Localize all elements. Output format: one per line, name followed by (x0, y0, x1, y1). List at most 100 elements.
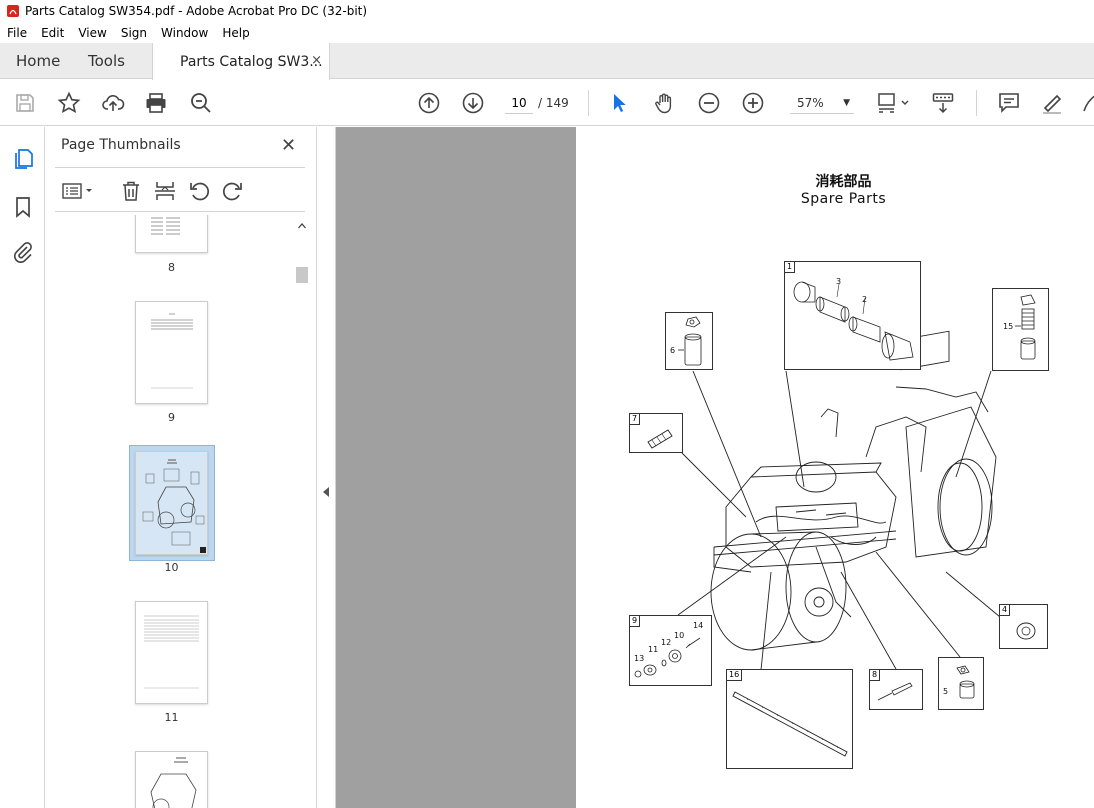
fuel-filter-drawing (678, 316, 702, 366)
part-number-13: 13 (634, 654, 645, 663)
callout-number: 1 (785, 262, 796, 273)
thumbnail-page-selected[interactable] (135, 451, 208, 555)
thumbnail-page[interactable] (135, 215, 208, 253)
part-number-2: 2 (862, 295, 868, 304)
page-preview (150, 757, 197, 808)
next-page-icon[interactable] (461, 91, 485, 115)
toolbar-separator (588, 90, 589, 116)
fit-page-icon[interactable] (876, 91, 912, 115)
page-preview (151, 217, 180, 235)
callout-5-label: 5 (943, 687, 949, 696)
menu-view[interactable]: View (71, 26, 113, 40)
menu-file[interactable]: File (0, 26, 34, 40)
thumbnail-label: 11 (164, 711, 179, 724)
page-number-input[interactable]: 10 (505, 92, 533, 114)
page-preview (142, 459, 206, 553)
menu-bar: File Edit View Sign Window Help (0, 22, 1094, 43)
thumbnail-label: 8 (168, 261, 175, 274)
thumbnail-page[interactable] (135, 751, 208, 808)
menu-edit[interactable]: Edit (34, 26, 71, 40)
menu-help[interactable]: Help (215, 26, 256, 40)
zoom-dropdown[interactable]: 57% ▼ (790, 92, 854, 114)
document-canvas (336, 127, 576, 808)
callout-box-4: 4 (999, 604, 1048, 649)
pdf-page: 消耗部品 Spare Parts 1 3 2 6 15 7 4 9 14 10 … (576, 127, 1094, 808)
scroll-mode-icon[interactable] (931, 91, 955, 115)
tab-home[interactable]: Home (16, 43, 60, 79)
options-menu-icon[interactable] (61, 179, 97, 203)
left-rail (0, 127, 45, 808)
extract-pages-icon[interactable] (153, 179, 177, 203)
highlight-pen-icon[interactable] (1040, 91, 1064, 115)
callout-box-6: 6 (665, 312, 713, 370)
part-number-10: 10 (674, 631, 685, 640)
water-separator-drawing (1015, 294, 1036, 360)
panel-splitter[interactable] (317, 127, 336, 808)
delete-icon[interactable] (119, 179, 143, 203)
rotate-left-icon[interactable] (187, 179, 211, 203)
tab-document[interactable]: Parts Catalog SW3... × (152, 43, 330, 80)
page-preview (144, 615, 199, 689)
thumbnail-page[interactable] (135, 301, 208, 404)
callout-number: 8 (870, 670, 881, 681)
zoom-in-icon[interactable] (741, 91, 765, 115)
chevron-down-icon: ▼ (843, 98, 850, 108)
callout-box-8: 8 (869, 669, 923, 710)
part-number-3: 3 (836, 277, 842, 286)
panel-title: Page Thumbnails (61, 137, 181, 153)
upload-cloud-icon[interactable] (101, 91, 125, 115)
tab-bar: Home Tools Parts Catalog SW3... × (0, 43, 1094, 80)
thumbnails-panel: Page Thumbnails ✕ 8 9 10 11 (45, 127, 317, 808)
tab-tools[interactable]: Tools (88, 43, 125, 79)
menu-sign[interactable]: Sign (114, 26, 154, 40)
scroll-up-icon[interactable] (297, 221, 307, 231)
thumbnail-label: 9 (168, 411, 175, 424)
callout-box-15: 15 (992, 288, 1049, 371)
draw-icon[interactable] (1080, 91, 1094, 115)
zoom-out-icon[interactable] (697, 91, 721, 115)
zoom-search-icon[interactable] (189, 91, 213, 115)
callout-number: 7 (630, 414, 641, 425)
thumbnail-scrollbar[interactable] (295, 221, 309, 808)
callout-6-label: 6 (670, 346, 676, 355)
thumbnail-page[interactable] (135, 601, 208, 704)
window-title: Parts Catalog SW354.pdf - Adobe Acrobat … (25, 4, 368, 18)
page-thumbnails-icon[interactable] (11, 147, 35, 171)
bookmark-icon[interactable] (11, 195, 35, 219)
toolbar-separator (976, 90, 977, 116)
callout-box-16: 16 (726, 669, 853, 769)
callout-number: 4 (1000, 605, 1011, 616)
hand-tool-icon[interactable] (653, 91, 677, 115)
page-total: / 149 (538, 96, 569, 110)
close-icon[interactable]: ✕ (281, 135, 296, 156)
zoom-value: 57% (797, 96, 824, 110)
callout-box-9: 9 14 10 12 11 13 (629, 615, 712, 686)
callout-number: 16 (727, 670, 743, 681)
star-icon[interactable] (57, 91, 81, 115)
page-preview (151, 313, 193, 389)
divider (55, 167, 305, 168)
divider (55, 211, 305, 212)
close-tab-icon[interactable]: × (311, 53, 322, 68)
attachment-icon[interactable] (11, 240, 35, 264)
part-number-12: 12 (661, 638, 672, 647)
comment-icon[interactable] (997, 91, 1021, 115)
prev-page-icon[interactable] (417, 91, 441, 115)
scraper-blade-drawing (732, 691, 848, 757)
scroll-thumb[interactable] (296, 267, 308, 283)
thumbnail-list: 8 9 10 11 (45, 215, 295, 808)
select-cursor-icon[interactable] (608, 91, 632, 115)
tab-document-label: Parts Catalog SW3... (180, 53, 323, 70)
thumbnail-label: 10 (164, 561, 179, 574)
print-icon[interactable] (144, 91, 168, 115)
save-icon[interactable] (13, 91, 37, 115)
callout-number: 9 (630, 616, 641, 627)
part-number-15: 15 (1003, 322, 1014, 331)
callout-box-1: 1 3 2 (784, 261, 921, 370)
acrobat-icon (7, 5, 19, 17)
rotate-right-icon[interactable] (221, 179, 245, 203)
air-filter-drawing (793, 281, 914, 361)
callout-box-5: 5 (938, 657, 984, 710)
collapse-panel-icon[interactable] (323, 487, 329, 497)
menu-window[interactable]: Window (154, 26, 215, 40)
